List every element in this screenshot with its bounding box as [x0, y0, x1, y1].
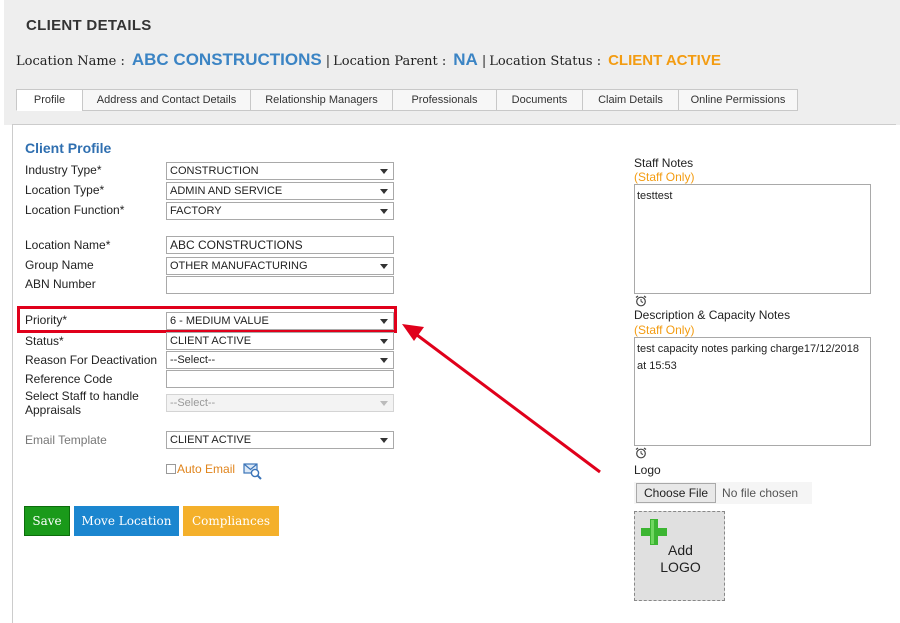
location-type-label: Location Type* [25, 183, 105, 197]
reference-code-input[interactable] [166, 370, 394, 388]
caret-down-icon [380, 339, 388, 344]
staff-only-note: (Staff Only) [634, 323, 695, 337]
tab-professionals[interactable]: Professionals [392, 89, 496, 111]
staff-notes-label: Staff Notes [634, 156, 694, 170]
auto-email-label: Auto Email [177, 462, 236, 476]
capacity-notes-textarea[interactable]: test capacity notes parking charge17/12/… [634, 337, 871, 446]
group-name-select[interactable]: OTHER MANUFACTURING [166, 257, 394, 275]
logo-file-input[interactable]: Choose File No file chosen [634, 482, 812, 504]
abn-number-label: ABN Number [25, 277, 96, 291]
email-template-value: CLIENT ACTIVE [170, 434, 252, 446]
status-value: CLIENT ACTIVE [170, 335, 252, 347]
abn-number-input[interactable] [166, 276, 394, 294]
caret-down-icon [380, 438, 388, 443]
industry-type-select[interactable]: CONSTRUCTION [166, 162, 394, 180]
caret-down-icon [380, 189, 388, 194]
mail-search-icon[interactable] [243, 462, 263, 480]
location-type-value: ADMIN AND SERVICE [170, 185, 283, 197]
caret-down-icon [380, 358, 388, 363]
separator: | [325, 54, 331, 69]
select-staff-value: --Select-- [170, 397, 216, 409]
caret-down-icon [380, 264, 388, 269]
location-parent-value: NA [453, 50, 478, 69]
status-select[interactable]: CLIENT ACTIVE [166, 332, 394, 350]
no-file-text: No file chosen [722, 486, 799, 500]
capacity-notes-label: Description & Capacity Notes [634, 308, 791, 322]
reason-deactivation-label: Reason For Deactivation [25, 353, 158, 367]
reason-deactivation-select[interactable]: --Select-- [166, 351, 394, 369]
tab-relationship-managers[interactable]: Relationship Managers [250, 89, 392, 111]
save-button[interactable]: Save [24, 506, 70, 536]
tab-claim-details[interactable]: Claim Details [582, 89, 678, 111]
caret-down-icon [380, 401, 388, 406]
status-label: Status* [25, 334, 64, 348]
logo-label: Logo [634, 463, 661, 477]
location-parent-label: Location Parent : [333, 54, 447, 69]
location-name-field-label: Location Name* [25, 238, 111, 252]
tab-bar: Profile Address and Contact Details Rela… [16, 89, 798, 111]
location-summary: Location Name : ABC CONSTRUCTIONS | Loca… [16, 50, 721, 70]
reason-deactivation-value: --Select-- [170, 354, 216, 366]
location-function-label: Location Function* [25, 203, 125, 217]
location-function-select[interactable]: FACTORY [166, 202, 394, 220]
staff-only-note: (Staff Only) [634, 170, 695, 184]
reference-code-label: Reference Code [25, 372, 113, 386]
alarm-clock-icon[interactable] [635, 295, 647, 307]
select-staff-label-line2: Appraisals [25, 403, 82, 417]
location-function-value: FACTORY [170, 205, 222, 217]
add-logo-box[interactable]: Add LOGO [634, 511, 725, 601]
auto-email-checkbox[interactable] [166, 464, 176, 474]
location-name-input-value: ABC CONSTRUCTIONS [170, 238, 303, 252]
group-name-value: OTHER MANUFACTURING [170, 260, 308, 272]
industry-type-label: Industry Type* [25, 163, 102, 177]
industry-type-value: CONSTRUCTION [170, 165, 259, 177]
location-status-label: Location Status : [489, 54, 602, 69]
location-type-select[interactable]: ADMIN AND SERVICE [166, 182, 394, 200]
tab-address-contact[interactable]: Address and Contact Details [82, 89, 250, 111]
email-template-select[interactable]: CLIENT ACTIVE [166, 431, 394, 449]
priority-highlight-box [17, 306, 397, 333]
location-name-value: ABC CONSTRUCTIONS [131, 50, 322, 69]
move-location-button[interactable]: Move Location [74, 506, 179, 536]
auto-email-row: Auto Email [166, 458, 263, 480]
add-logo-text: Add [668, 542, 693, 558]
caret-down-icon [380, 209, 388, 214]
section-title: Client Profile [25, 140, 112, 156]
add-logo-text: LOGO [660, 559, 701, 575]
location-name-input[interactable]: ABC CONSTRUCTIONS [166, 236, 394, 254]
separator: | [481, 54, 487, 69]
tab-profile[interactable]: Profile [16, 89, 82, 111]
alarm-clock-icon[interactable] [635, 447, 647, 459]
group-name-label: Group Name [25, 258, 94, 272]
compliances-button[interactable]: Compliances [183, 506, 279, 536]
choose-file-button[interactable]: Choose File [636, 483, 717, 503]
caret-down-icon [380, 169, 388, 174]
email-template-label: Email Template [25, 433, 107, 447]
tab-online-permissions[interactable]: Online Permissions [678, 89, 798, 111]
select-staff-select[interactable]: --Select-- [166, 394, 394, 412]
staff-notes-textarea[interactable]: testtest [634, 184, 871, 294]
select-staff-label-line1: Select Staff to handle [25, 389, 139, 403]
tab-documents[interactable]: Documents [496, 89, 582, 111]
location-status-value: CLIENT ACTIVE [608, 52, 721, 69]
page-title: CLIENT DETAILS [26, 17, 152, 34]
location-name-label: Location Name : [16, 54, 125, 69]
